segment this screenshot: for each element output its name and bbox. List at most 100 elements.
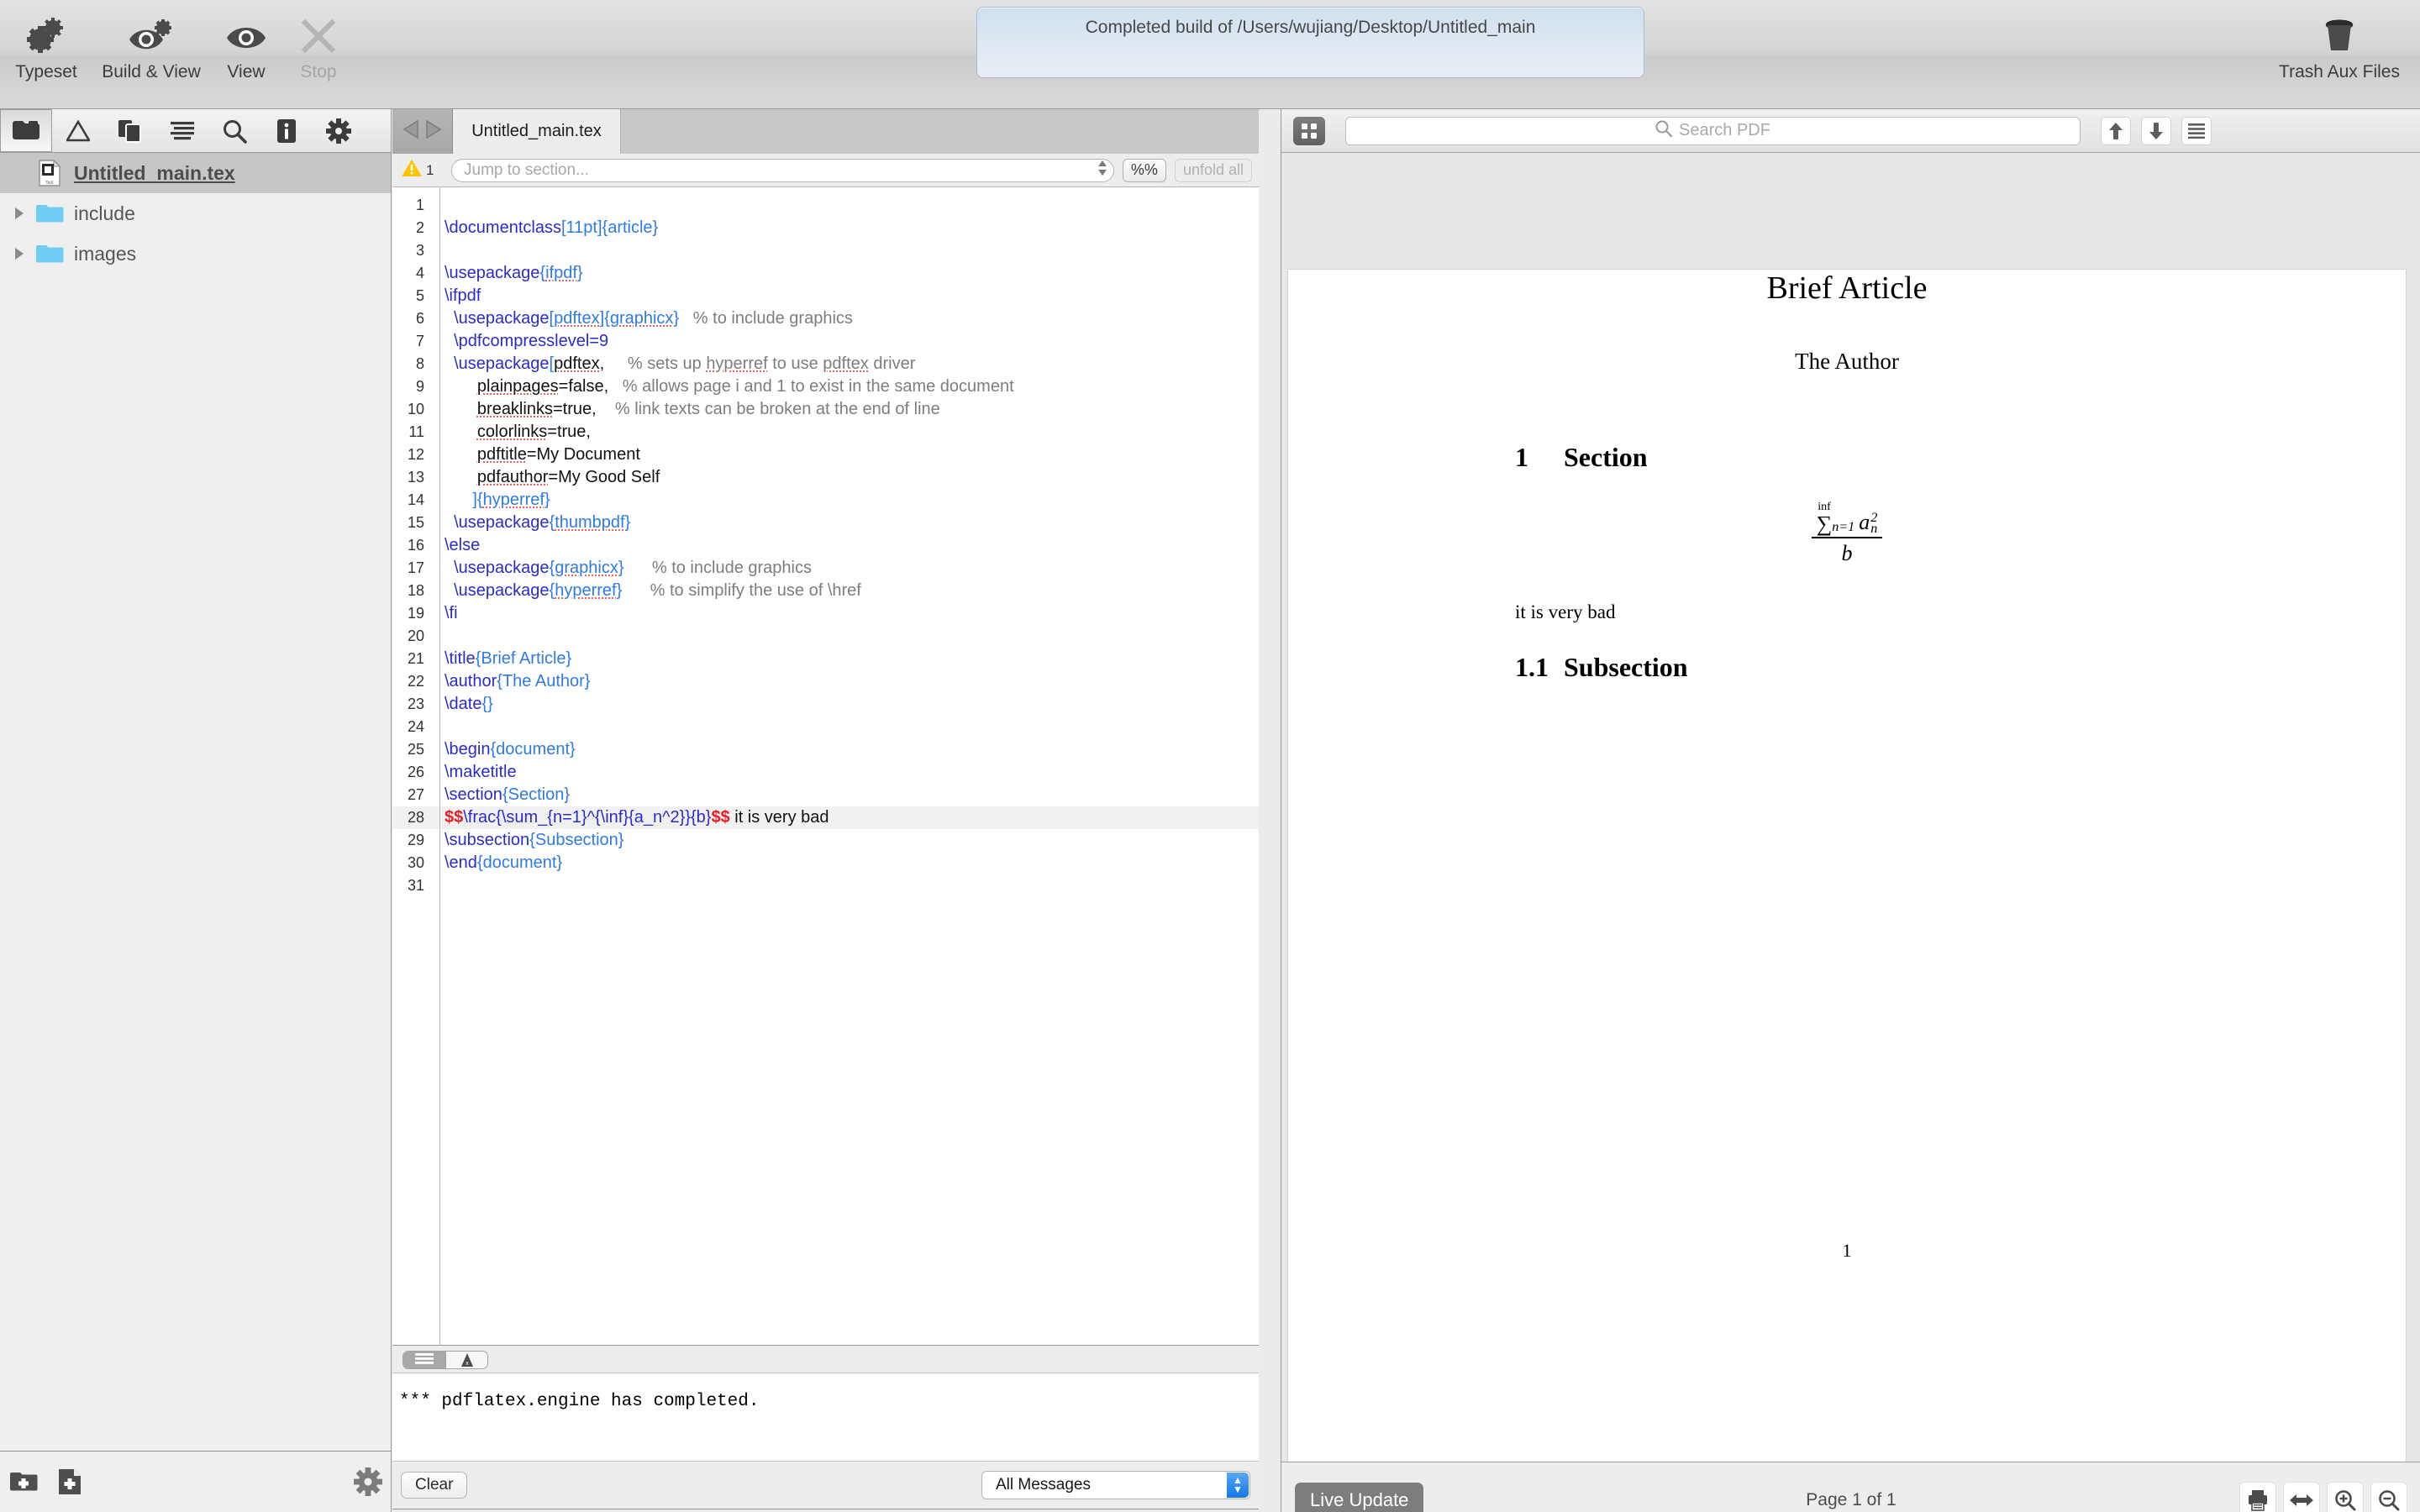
code-line[interactable]: 7 \pdfcompresslevel=9 [392, 330, 1259, 353]
line-number: 31 [407, 877, 424, 894]
code-line[interactable]: 6 \usepackage[pdftex]{graphicx} % to inc… [392, 307, 1259, 330]
trash-aux-files-label: Trash Aux Files [2279, 62, 2400, 81]
build-status-panel: Completed build of /Users/wujiang/Deskto… [976, 7, 1644, 78]
code-line[interactable]: 12 pdftitle=My Document [392, 444, 1259, 466]
print-icon[interactable] [2239, 1481, 2276, 1512]
code-line[interactable]: 15 \usepackage{thumbpdf} [392, 512, 1259, 534]
code-line[interactable]: 22 \author{The Author} [392, 670, 1259, 693]
nav-arrows[interactable] [392, 109, 453, 154]
add-folder-icon[interactable] [0, 1470, 46, 1494]
console-segmented-control[interactable]: x [402, 1350, 488, 1369]
zoom-in-icon[interactable] [2327, 1481, 2364, 1512]
live-update-button[interactable]: Live Update [1295, 1482, 1424, 1512]
code-line[interactable]: 20 [392, 625, 1259, 648]
grid-view-icon[interactable] [1293, 116, 1325, 145]
stepper-icon[interactable] [1097, 159, 1108, 181]
code-editor[interactable]: 1 2 \documentclass[11pt]{article} 3 4 \usepac… [392, 187, 1259, 1346]
code-line[interactable]: 29 \subsection{Subsection} [392, 829, 1259, 852]
code-line[interactable]: 23 \date{} [392, 693, 1259, 716]
code-line[interactable]: 11 colorlinks=true, [392, 421, 1259, 444]
line-text: \subsection{Subsection} [445, 831, 624, 849]
console-log-tab[interactable] [403, 1351, 445, 1368]
chevron-right-icon[interactable] [7, 207, 32, 220]
code-line[interactable]: 3 [392, 239, 1259, 262]
tab-label: Untitled_main.tex [471, 122, 602, 140]
list-icon[interactable] [2181, 116, 2212, 145]
back-arrow-icon[interactable] [402, 119, 420, 144]
line-text [433, 625, 445, 648]
term-subscript: n [1870, 522, 1878, 537]
zoom-out-icon[interactable] [2370, 1481, 2407, 1512]
file-row-include[interactable]: include [0, 193, 391, 234]
copy-icon[interactable] [104, 109, 156, 152]
trash-aux-files-button[interactable]: Trash Aux Files [2264, 8, 2415, 82]
tab-untitled-main-tex[interactable]: Untitled_main.tex [453, 109, 621, 154]
code-line[interactable]: 31 [392, 874, 1259, 897]
code-line[interactable]: 26 \maketitle [392, 761, 1259, 784]
editor-panel: Untitled_main.tex 1 Jump to section... %… [392, 109, 1259, 1512]
warning-indicator[interactable]: 1 [399, 158, 443, 182]
code-line[interactable]: 1 [392, 194, 1259, 217]
pdf-equation: inf ∑ n=1 a 2 n b [1288, 501, 2406, 566]
pdf-page[interactable]: Brief Article The Author 1 Section inf ∑ … [1288, 270, 2406, 1512]
code-line[interactable]: 27 \section{Section} [392, 784, 1259, 806]
code-line[interactable]: 8 \usepackage[pdftex, % sets up hyperref… [392, 353, 1259, 375]
line-number: 16 [407, 537, 424, 554]
build-and-view-button[interactable]: Build & View [92, 8, 210, 82]
settings-gear-icon[interactable] [345, 1467, 391, 1496]
add-file-icon[interactable] [46, 1468, 92, 1495]
code-line[interactable]: 5 \ifpdf [392, 285, 1259, 307]
code-line[interactable]: 2 \documentclass[11pt]{article} [392, 217, 1259, 239]
code-line[interactable]: 10 breaklinks=true, % link texts can be … [392, 398, 1259, 421]
clear-button[interactable]: Clear [401, 1472, 468, 1499]
info-icon[interactable] [260, 109, 313, 152]
triangle-icon[interactable] [52, 109, 104, 152]
code-line[interactable]: 18 \usepackage{hyperref} % to simplify t… [392, 580, 1259, 602]
typeset-button[interactable]: Typeset [0, 8, 92, 82]
view-button[interactable]: View [210, 8, 282, 82]
svg-text:TeX: TeX [45, 181, 54, 186]
code-line[interactable]: 13 pdfauthor=My Good Self [392, 466, 1259, 489]
code-line[interactable]: 4 \usepackage{ifpdf} [392, 262, 1259, 285]
message-filter-select[interactable]: All Messages ▲ ▼ [981, 1471, 1250, 1499]
line-number: 23 [407, 696, 424, 712]
fit-width-icon[interactable] [2283, 1481, 2320, 1512]
arrow-down-icon[interactable] [2141, 116, 2171, 145]
code-line[interactable]: 17 \usepackage{graphicx} % to include gr… [392, 557, 1259, 580]
view-label: View [227, 62, 266, 81]
code-line[interactable]: 9 plainpages=false, % allows page i and … [392, 375, 1259, 398]
unfold-all-button[interactable]: unfold all [1174, 158, 1252, 182]
tex-file-icon: TeX [32, 160, 67, 186]
arrow-up-icon[interactable] [2101, 116, 2131, 145]
line-number: 21 [407, 650, 424, 667]
code-line[interactable]: 25 \begin{document} [392, 738, 1259, 761]
pdf-search-input[interactable]: Search PDF [1345, 116, 2081, 145]
code-line[interactable]: 30 \end{document} [392, 852, 1259, 874]
line-number: 11 [408, 423, 424, 440]
sidebar-toolbar [0, 109, 391, 153]
sigma-lower-limit: n=1 [1832, 520, 1855, 534]
jump-to-section-input[interactable]: Jump to section... [451, 158, 1114, 182]
forward-arrow-icon[interactable] [424, 119, 443, 144]
select-stepper-icon[interactable]: ▲ ▼ [1227, 1473, 1249, 1498]
search-icon[interactable] [208, 109, 260, 152]
pdf-scroll-area[interactable]: Brief Article The Author 1 Section inf ∑ … [1281, 154, 2420, 1512]
line-text: \date{} [445, 695, 493, 713]
chevron-right-icon[interactable] [7, 247, 32, 260]
code-lines-container[interactable]: 1 2 \documentclass[11pt]{article} 3 4 \usepac… [392, 187, 1259, 1345]
file-row-images[interactable]: images [0, 234, 391, 274]
code-line[interactable]: 19 \fi [392, 602, 1259, 625]
comment-button[interactable]: %% [1122, 158, 1166, 182]
line-text [433, 874, 445, 897]
stop-button[interactable]: Stop [282, 8, 355, 82]
folder-icon[interactable] [0, 109, 52, 152]
code-line[interactable]: 28 $$\frac{\sum_{n=1}^{\inf}{a_n^2}}{b}$$… [392, 806, 1259, 829]
code-line[interactable]: 21 \title{Brief Article} [392, 648, 1259, 670]
file-row-untitled-main-tex[interactable]: TeX Untitled_main.tex [0, 153, 391, 193]
console-errors-tab[interactable]: x [445, 1351, 487, 1368]
code-line[interactable]: 16 \else [392, 534, 1259, 557]
gear-icon[interactable] [313, 109, 365, 152]
outline-icon[interactable] [156, 109, 208, 152]
code-line[interactable]: 24 [392, 716, 1259, 738]
code-line[interactable]: 14 ]{hyperref} [392, 489, 1259, 512]
